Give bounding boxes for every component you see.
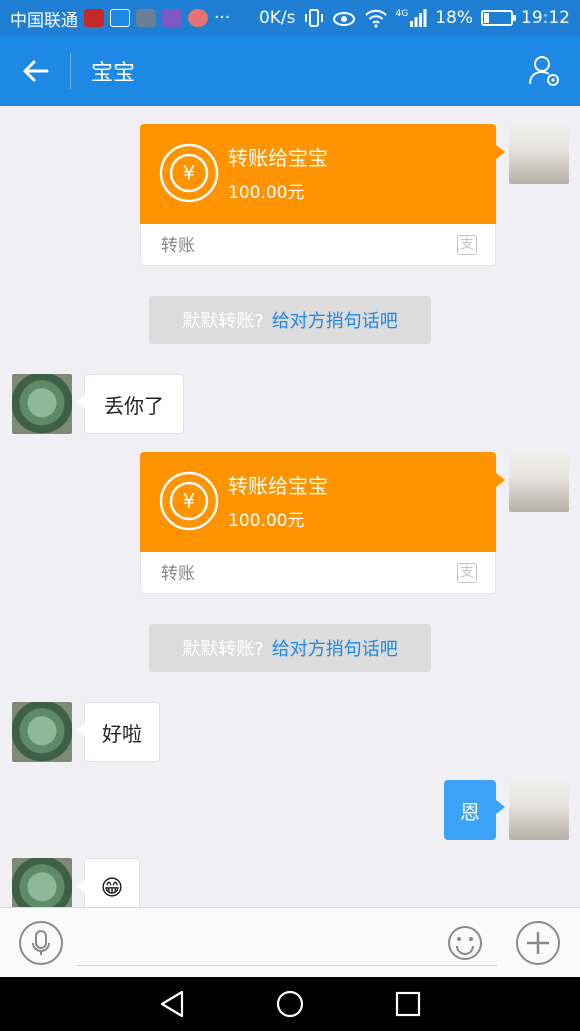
signal-icon (410, 9, 427, 27)
voice-input-button[interactable] (19, 921, 63, 965)
chat-area[interactable]: ¥ 转账给宝宝 100.00元 转账 支 默默转账? 给对方捎句话吧 丢你了 ¥… (0, 106, 580, 907)
smiley-icon (448, 926, 482, 960)
system-nav-bar (0, 977, 580, 1031)
sent-message-bubble[interactable]: 恩 (444, 780, 505, 840)
message-text: 恩 (460, 799, 480, 824)
transfer-amount: 100.00元 (228, 183, 305, 203)
received-message-bubble[interactable]: 丢你了 (76, 374, 184, 434)
vibrate-icon (304, 9, 323, 27)
leave-message-link[interactable]: 给对方捎句话吧 (272, 307, 398, 333)
emoji-button[interactable] (443, 921, 487, 965)
received-message-bubble[interactable]: 😁 (76, 858, 140, 907)
status-bar: 中国联通 ··· 0K/s 4G 18% 19:12 (0, 0, 580, 36)
transfer-label: 转账 (161, 564, 195, 584)
page-title: 宝宝 (91, 61, 136, 86)
nav-home-icon[interactable] (274, 988, 306, 1020)
transfer-label: 转账 (161, 236, 195, 256)
alipay-notification-icon (110, 9, 130, 27)
transfer-card[interactable]: ¥ 转账给宝宝 100.00元 转账 支 (140, 452, 505, 594)
transfer-title: 转账给宝宝 (228, 474, 328, 498)
app-notification-icon (162, 9, 182, 27)
my-avatar[interactable] (509, 452, 569, 512)
transfer-icon: ¥ (159, 471, 219, 531)
message-text: 好啦 (102, 721, 142, 746)
app-notification-icon-2 (188, 9, 208, 27)
transfer-card-header: ¥ 转账给宝宝 100.00元 (140, 452, 505, 552)
my-avatar[interactable] (509, 124, 569, 184)
transfer-icon: ¥ (159, 143, 219, 203)
gallery-notification-icon (136, 9, 156, 27)
more-notifications-icon: ··· (214, 8, 231, 28)
grin-emoji-icon: 😁 (100, 875, 124, 901)
contact-avatar[interactable] (12, 702, 72, 762)
network-speed: 0K/s (258, 8, 296, 28)
title-bar: 宝宝 (0, 36, 580, 106)
transfer-card[interactable]: ¥ 转账给宝宝 100.00元 转账 支 (140, 124, 505, 266)
contact-avatar[interactable] (12, 858, 72, 907)
contact-settings-button[interactable] (510, 36, 580, 106)
transfer-title: 转账给宝宝 (228, 146, 328, 170)
nav-recents-icon[interactable] (392, 988, 424, 1020)
alipay-icon: 支 (457, 235, 477, 255)
input-bar (0, 907, 580, 977)
alipay-icon: 支 (457, 563, 477, 583)
system-message: 默默转账? 给对方捎句话吧 (149, 296, 431, 344)
received-message-bubble[interactable]: 好啦 (76, 702, 160, 762)
carrier-label: 中国联通 (10, 10, 78, 31)
microphone-icon (32, 930, 50, 955)
arrow-left-icon (23, 60, 49, 82)
battery-fill (484, 13, 490, 23)
eye-icon (332, 12, 355, 26)
network-type: 4G (395, 9, 409, 19)
user-settings-icon (529, 56, 559, 86)
notification-icon (84, 9, 104, 27)
system-message-text: 默默转账? (182, 311, 264, 332)
more-actions-button[interactable] (516, 921, 560, 965)
system-message: 默默转账? 给对方捎句话吧 (149, 624, 431, 672)
currency-symbol: ¥ (183, 161, 196, 185)
back-button[interactable] (0, 36, 70, 106)
leave-message-link[interactable]: 给对方捎句话吧 (272, 635, 398, 661)
nav-back-icon[interactable] (156, 988, 188, 1020)
battery-percent: 18% (435, 8, 473, 28)
clock: 19:12 (521, 8, 570, 28)
transfer-amount: 100.00元 (228, 511, 305, 531)
wifi-icon (364, 9, 387, 28)
currency-symbol: ¥ (183, 489, 196, 513)
battery-icon (481, 10, 516, 26)
transfer-card-header: ¥ 转账给宝宝 100.00元 (140, 124, 505, 224)
my-avatar[interactable] (509, 780, 569, 840)
contact-avatar[interactable] (12, 374, 72, 434)
plus-icon (527, 932, 549, 954)
message-text: 丢你了 (104, 393, 164, 418)
title-divider (70, 53, 71, 89)
system-message-text: 默默转账? (182, 639, 264, 660)
message-input[interactable] (77, 922, 497, 966)
